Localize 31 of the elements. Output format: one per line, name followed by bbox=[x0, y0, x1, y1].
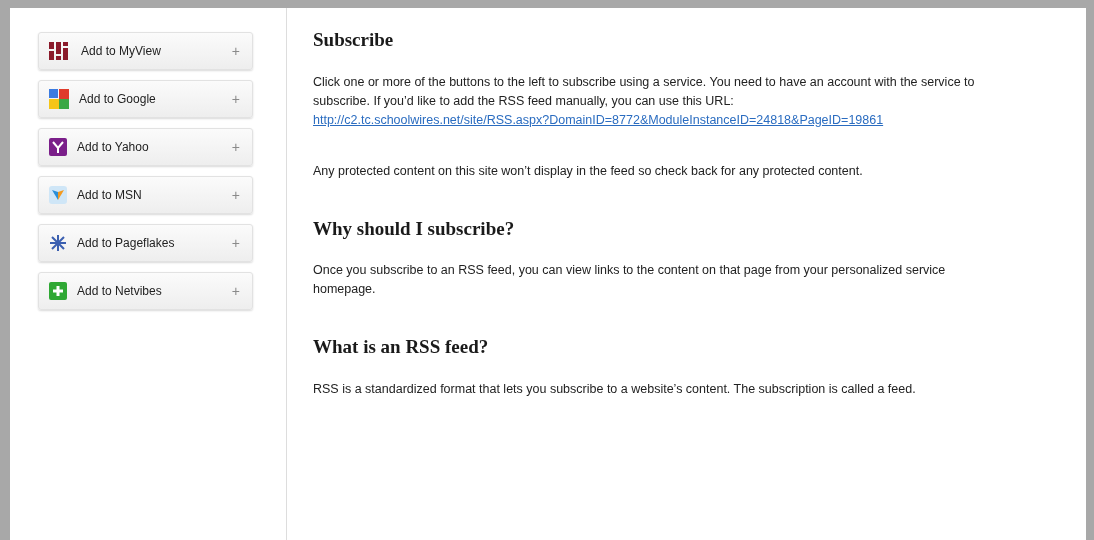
plus-square-icon bbox=[49, 282, 67, 300]
service-button[interactable]: Add to Pageflakes + bbox=[38, 224, 253, 262]
service-label: Add to Netvibes bbox=[77, 283, 163, 300]
service-button[interactable]: Add to Google + bbox=[38, 80, 253, 118]
service-label: Add to MSN bbox=[77, 187, 143, 204]
add-icon: + bbox=[231, 280, 240, 302]
colored-squares-icon bbox=[49, 89, 69, 109]
section-heading: What is an RSS feed? bbox=[313, 335, 490, 359]
service-label: Add to MyView bbox=[81, 43, 162, 60]
service-button[interactable]: Add to Yahoo + bbox=[38, 128, 253, 166]
y-letter-icon bbox=[49, 138, 67, 156]
feed-link[interactable]: http://c2.tc.schoolwires.net/site/RSS.aspx?DomainID=8772&ModuleInstanceID=24818&PageID=19861 bbox=[313, 112, 884, 127]
service-label: Add to Pageflakes bbox=[77, 235, 176, 252]
snowflake-icon bbox=[49, 234, 67, 252]
add-icon: + bbox=[231, 88, 240, 110]
paragraph: Once you subscribe to an RSS feed, you can view links to the content on that page from your personalized service homepage. bbox=[313, 262, 947, 298]
service-button[interactable]: Add to MSN + bbox=[38, 176, 253, 214]
service-button[interactable]: Add to Netvibes + bbox=[38, 272, 253, 310]
add-icon: + bbox=[231, 40, 240, 62]
paragraph: RSS is a standardized format that lets you subscribe to a website’s content. The subscription is called a feed. bbox=[313, 380, 917, 398]
section-heading: Subscribe bbox=[313, 28, 395, 52]
paragraph: Click one or more of the buttons to the left to subscribe using a service. You need to have an account with the service to subscribe. If you’d like to add the RSS feed manually, you can use this URL: http://c2.tc.schoolwires.net/site/RSS.aspx?DomainID=8772&ModuleInstanceID=24818&PageID=19861 bbox=[313, 73, 976, 129]
add-icon: + bbox=[231, 136, 240, 158]
paragraph: Any protected content on this site won’t display in the feed so check back for any protected content. bbox=[313, 162, 864, 180]
section-heading: Why should I subscribe? bbox=[313, 216, 516, 241]
bars-icon bbox=[49, 42, 71, 60]
add-icon: + bbox=[231, 184, 240, 206]
add-icon: + bbox=[231, 232, 240, 254]
service-label: Add to Yahoo bbox=[77, 139, 150, 156]
service-button[interactable]: Add to MyView + bbox=[38, 32, 253, 70]
service-label: Add to Google bbox=[79, 91, 157, 108]
